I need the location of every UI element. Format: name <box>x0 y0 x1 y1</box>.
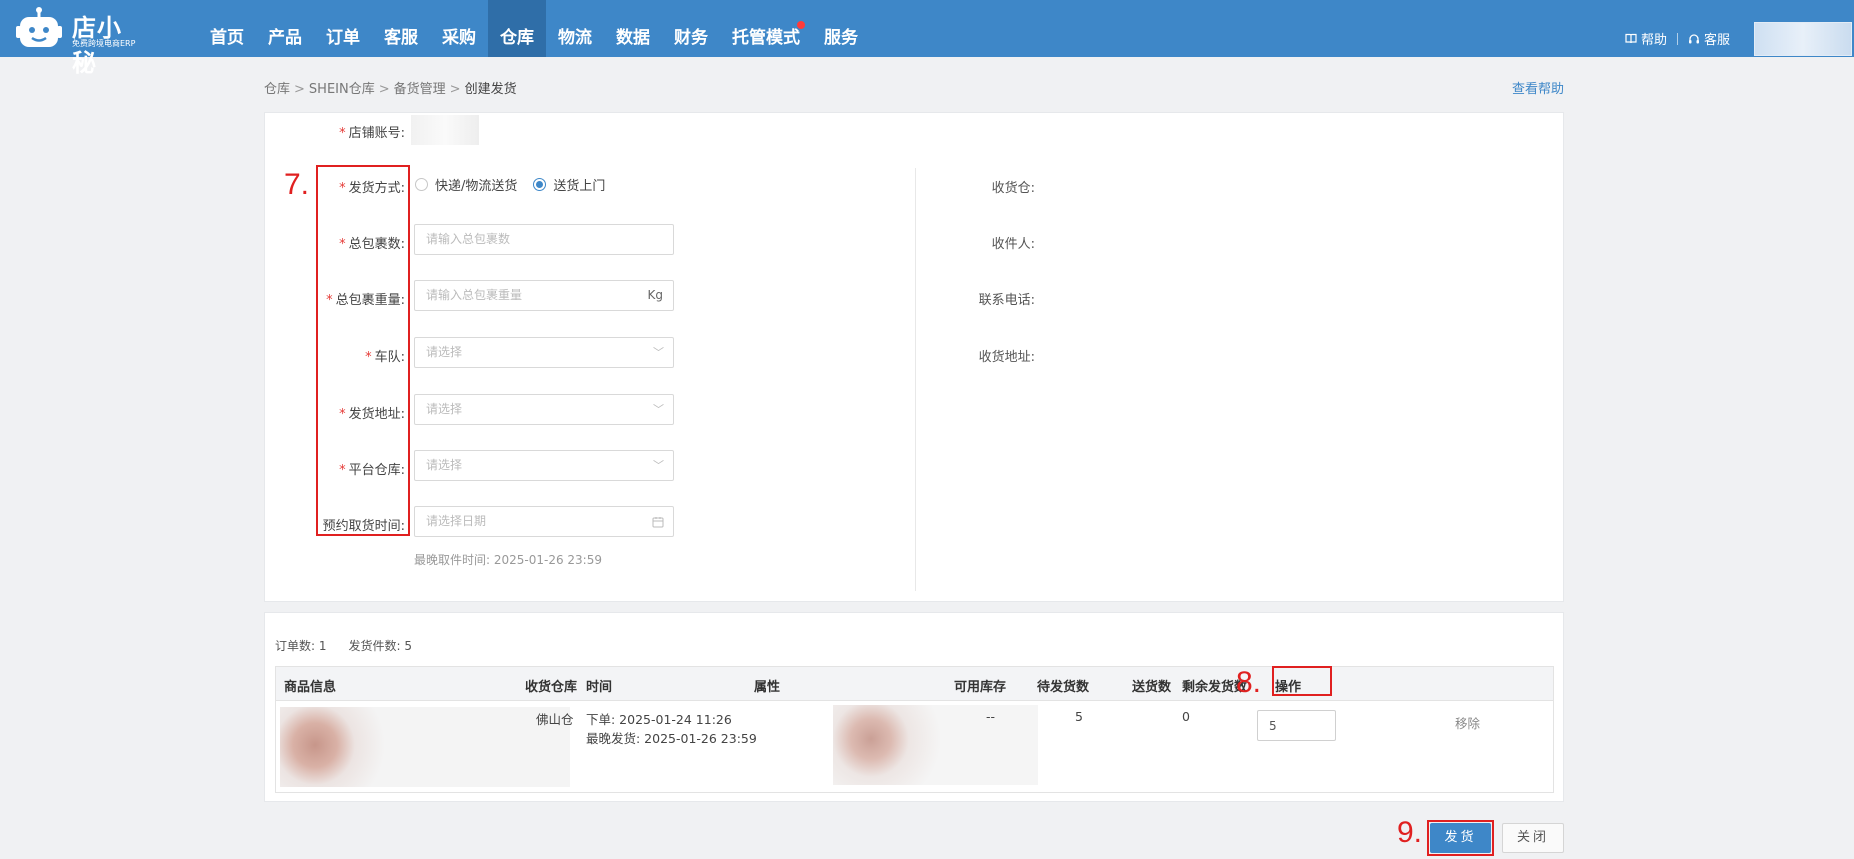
robot-logo-icon <box>16 7 62 47</box>
nav-item-data[interactable]: 数据 <box>604 0 662 57</box>
help-link[interactable]: 帮助 <box>1615 29 1677 48</box>
radio-checked-icon <box>533 178 547 191</box>
radio-icon <box>415 178 428 191</box>
receiver-address-label: 收货地址: <box>978 350 1035 365</box>
fleet-select[interactable]: 请选择 ﹀ <box>414 337 674 368</box>
chevron-down-icon: ﹀ <box>653 403 664 416</box>
col-receiving-warehouse: 收货仓库 <box>525 680 578 695</box>
close-button[interactable]: 关闭 <box>1502 823 1564 853</box>
chevron-down-icon: ﹀ <box>653 346 664 359</box>
row-order-time: 下单: 2025-01-24 11:26 <box>586 712 732 727</box>
nav-item-services[interactable]: 服务 <box>812 0 870 57</box>
breadcrumb-item-shein-warehouse[interactable]: SHEIN仓库 <box>309 82 375 97</box>
app-logo[interactable]: 店小秘 免费跨境电商ERP <box>16 4 146 77</box>
total-weight-input[interactable]: 请输入总包裹重量 Kg <box>414 280 674 311</box>
breadcrumb-item-warehouse[interactable]: 仓库 <box>264 82 290 97</box>
table-header: 商品信息 收货仓库 时间 属性 可用库存 待发货数 送货数 剩余发货数 操作 <box>276 667 1553 701</box>
top-navbar: 店小秘 免费跨境电商ERP 首页 产品 订单 客服 采购 仓库 物流 数据 财务 托管模式 服务 帮… <box>0 0 1854 77</box>
col-available-stock: 可用库存 <box>954 680 1007 695</box>
remove-row-link[interactable]: 移除 <box>1455 713 1480 732</box>
calendar-icon <box>652 517 664 528</box>
chevron-down-icon: ﹀ <box>653 459 664 472</box>
breadcrumb: 仓库 > SHEIN仓库 > 备货管理 > 创建发货 <box>264 78 517 97</box>
weight-unit: Kg <box>647 288 664 302</box>
receiver-warehouse-label: 收货仓: <box>991 181 1035 196</box>
nav-item-home[interactable]: 首页 <box>198 0 256 57</box>
row-available-stock: -- <box>986 709 996 724</box>
send-qty-input[interactable]: 5 <box>1257 710 1336 741</box>
main-nav: 首页 产品 订单 客服 采购 仓库 物流 数据 财务 托管模式 服务 <box>198 0 870 57</box>
step-8-annotation: 8. <box>1236 666 1262 699</box>
user-account-avatar[interactable] <box>1754 22 1852 56</box>
shop-account-label: * 店铺账号: <box>339 126 405 141</box>
nav-item-orders[interactable]: 订单 <box>314 0 372 57</box>
breadcrumb-item-stock-management[interactable]: 备货管理 <box>394 82 446 97</box>
nav-item-customer-service[interactable]: 客服 <box>372 0 430 57</box>
col-pending: 待发货数 <box>1037 680 1090 695</box>
receiver-phone-label: 联系电话: <box>978 293 1035 308</box>
step-8-highlight-box <box>1272 666 1332 696</box>
step-9-highlight-box <box>1427 820 1494 856</box>
receiver-name-label: 收件人: <box>991 237 1035 252</box>
row-remaining: 0 <box>1182 709 1190 724</box>
latest-pickup-hint: 最晚取件时间: 2025-01-26 23:59 <box>414 553 602 567</box>
platform-warehouse-select[interactable]: 请选择 ﹀ <box>414 450 674 481</box>
delivery-method-group: 快递/物流送货 送货上门 <box>415 175 621 194</box>
view-help-link[interactable]: 查看帮助 <box>1512 78 1564 97</box>
shipment-form-card: * 店铺账号: * 发货方式: 快递/物流送货 送货上门 * 总包裹数: 请输入总包裹… <box>264 112 1564 602</box>
nav-item-managed-mode[interactable]: 托管模式 <box>720 0 812 57</box>
item-count: 发货件数: 5 <box>348 639 413 653</box>
items-table-card: 订单数: 1 发货件数: 5 商品信息 收货仓库 时间 属性 可用库存 待发货数 … <box>264 612 1564 802</box>
shop-account-value <box>411 115 479 145</box>
notification-dot-icon <box>797 21 805 29</box>
nav-item-purchasing[interactable]: 采购 <box>430 0 488 57</box>
breadcrumb-separator: > <box>378 82 390 97</box>
top-right-tools: 帮助 客服 <box>1615 0 1854 57</box>
step-7-highlight-box <box>316 165 410 536</box>
row-pending: 5 <box>1075 709 1083 724</box>
delivery-option-door[interactable]: 送货上门 <box>533 175 605 194</box>
row-warehouse: 佛山仓 <box>536 712 574 727</box>
nav-item-products[interactable]: 产品 <box>256 0 314 57</box>
col-time: 时间 <box>586 680 613 695</box>
breadcrumb-separator: > <box>294 82 305 97</box>
headset-icon <box>1688 33 1699 43</box>
service-label: 客服 <box>1703 33 1730 48</box>
service-link[interactable]: 客服 <box>1678 29 1740 48</box>
col-attributes: 属性 <box>754 680 781 695</box>
order-count: 订单数: 1 <box>275 639 327 653</box>
step-9-annotation: 9. <box>1397 816 1423 849</box>
product-attribute-image <box>833 705 1038 785</box>
col-send-qty: 送货数 <box>1132 680 1172 695</box>
pickup-date-picker[interactable]: 请选择日期 <box>414 506 674 537</box>
total-packages-input[interactable]: 请输入总包裹数 <box>414 224 674 255</box>
shipment-summary: 订单数: 1 发货件数: 5 <box>275 637 434 654</box>
step-7-annotation: 7. <box>284 168 310 201</box>
help-label: 帮助 <box>1640 33 1667 48</box>
nav-item-warehouse[interactable]: 仓库 <box>488 0 546 57</box>
breadcrumb-separator: > <box>449 82 461 97</box>
breadcrumb-current: 创建发货 <box>464 82 517 97</box>
items-table: 商品信息 收货仓库 时间 属性 可用库存 待发货数 送货数 剩余发货数 操作 佛… <box>275 666 1554 793</box>
product-image <box>280 707 570 787</box>
col-product-info: 商品信息 <box>284 680 337 695</box>
ship-address-select[interactable]: 请选择 ﹀ <box>414 394 674 425</box>
vertical-divider <box>915 168 916 591</box>
row-latest-ship: 最晚发货: 2025-01-26 23:59 <box>586 731 757 746</box>
nav-item-finance[interactable]: 财务 <box>662 0 720 57</box>
book-icon <box>1625 33 1637 44</box>
nav-item-logistics[interactable]: 物流 <box>546 0 604 57</box>
logo-subtitle: 免费跨境电商ERP <box>72 39 136 48</box>
delivery-option-courier[interactable]: 快递/物流送货 <box>415 175 517 194</box>
